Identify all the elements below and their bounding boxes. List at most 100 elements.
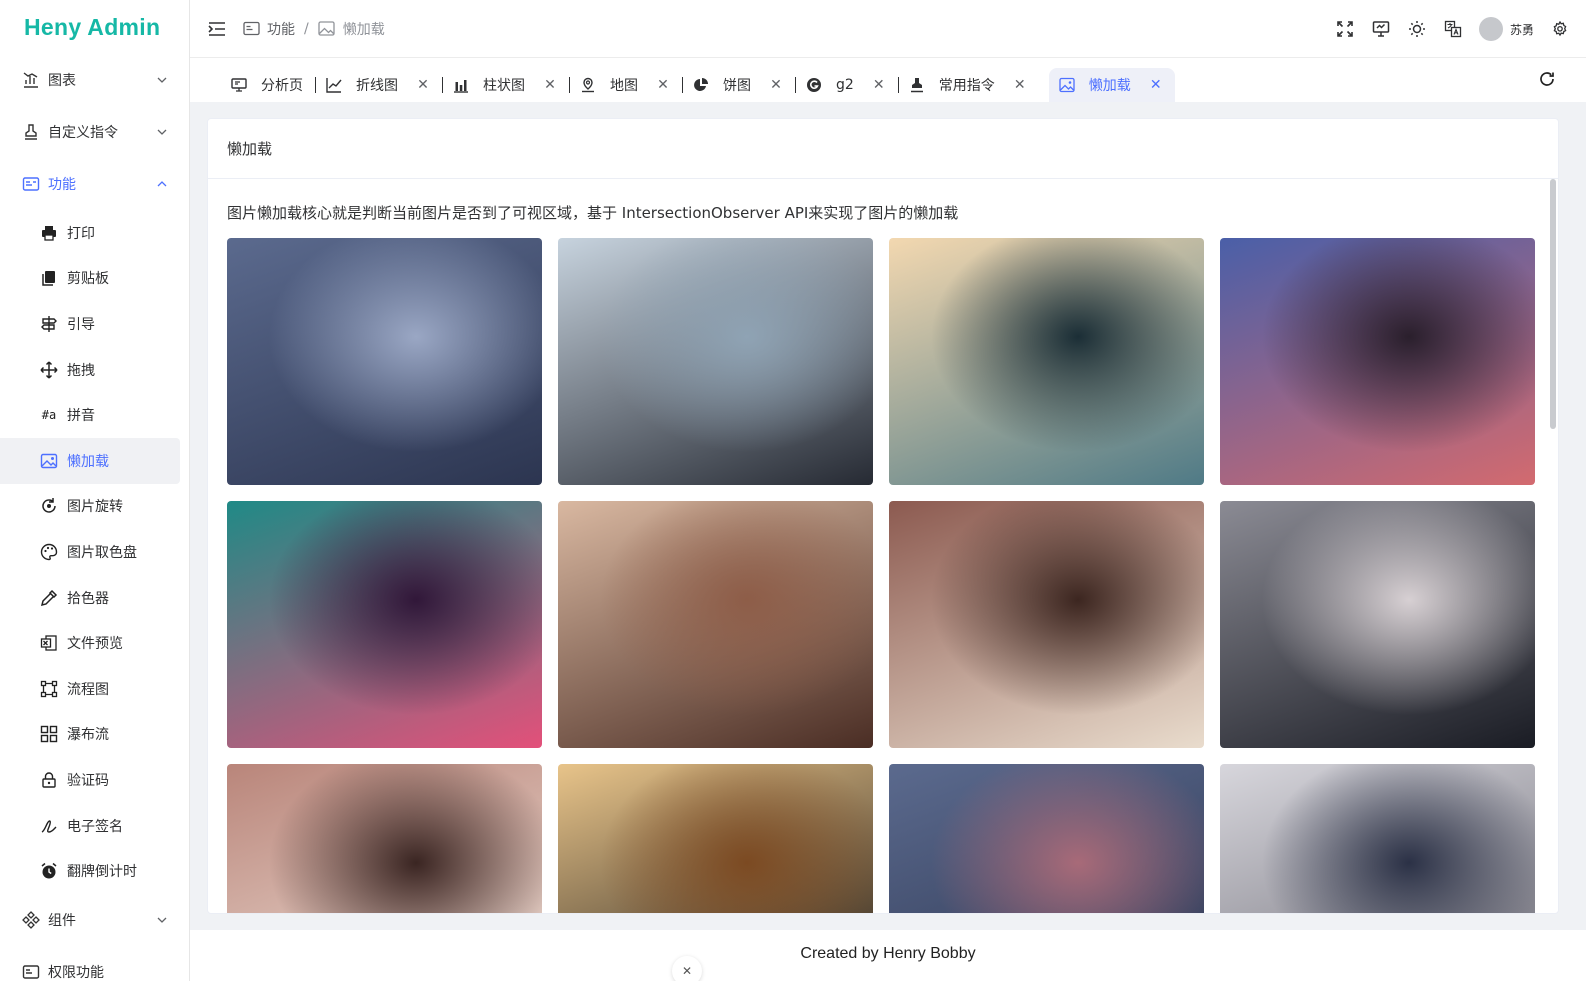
id-card-icon bbox=[242, 20, 260, 38]
flowchart-icon bbox=[40, 680, 58, 698]
sidebar-item-lazyload[interactable]: 懒加载 bbox=[0, 437, 180, 484]
image-anime-girl-portrait-front[interactable] bbox=[558, 238, 873, 485]
sidebar-group-label: 自定义指令 bbox=[48, 125, 118, 141]
sidebar-item-label: 懒加载 bbox=[67, 453, 109, 470]
chart-icon bbox=[21, 70, 41, 90]
image-woman-white-robe[interactable] bbox=[889, 501, 1204, 748]
pie-chart-icon bbox=[693, 77, 709, 93]
tab-label: 分析页 bbox=[261, 78, 303, 94]
alarm-icon bbox=[40, 862, 58, 880]
sidebar-item-flowchart[interactable]: 流程图 bbox=[0, 666, 180, 712]
close-icon[interactable]: ✕ bbox=[656, 77, 670, 93]
sidebar-item-waterfall[interactable]: 瀑布流 bbox=[0, 712, 180, 758]
image-woman-portrait-warm[interactable] bbox=[558, 501, 873, 748]
sidebar-item-label: 打印 bbox=[67, 225, 95, 242]
avatar[interactable] bbox=[1478, 17, 1503, 41]
sidebar-item-label: 瀑布流 bbox=[67, 727, 109, 744]
close-icon[interactable]: ✕ bbox=[872, 77, 886, 93]
menu-collapse-icon[interactable] bbox=[207, 19, 227, 39]
translate-icon[interactable] bbox=[1443, 19, 1463, 39]
sidebar-item-label: 文件预览 bbox=[67, 636, 123, 653]
breadcrumb-item: 懒加载 bbox=[342, 21, 385, 38]
sidebar-group-features[interactable]: 功能 bbox=[0, 158, 189, 210]
image-castle-at-sunset-landscape[interactable] bbox=[1220, 238, 1535, 485]
sidebar-item-label: 图片旋转 bbox=[67, 499, 123, 516]
sidebar-item-captcha[interactable]: 验证码 bbox=[0, 757, 180, 803]
stamp-icon bbox=[21, 122, 41, 142]
signpost-icon bbox=[40, 315, 58, 333]
monitor-icon bbox=[231, 77, 247, 93]
sidebar-item-signature[interactable]: 电子签名 bbox=[0, 803, 180, 849]
image-neon-futuristic-city[interactable] bbox=[227, 501, 542, 748]
sidebar-group-label: 组件 bbox=[48, 912, 76, 929]
rotate-icon bbox=[40, 497, 58, 515]
sidebar-item-countdown[interactable]: 翻牌倒计时 bbox=[0, 848, 180, 894]
image-icon bbox=[1059, 77, 1075, 93]
tab-lazyload[interactable]: 懒加载 ✕ bbox=[1048, 68, 1175, 102]
sidebar-item-print[interactable]: 打印 bbox=[0, 210, 180, 256]
image-anime-girl-blue-hair-profile-2[interactable] bbox=[889, 764, 1204, 913]
image-anime-girl-white-hair[interactable] bbox=[1220, 764, 1535, 913]
sidebar-item-drag[interactable]: 拖拽 bbox=[0, 347, 180, 393]
sidebar-item-label: 拾色器 bbox=[67, 590, 109, 607]
close-icon[interactable]: ✕ bbox=[543, 77, 557, 93]
sidebar-group-permissions[interactable]: 权限功能 bbox=[0, 946, 189, 981]
tab-common-directives[interactable]: 常用指令 ✕ bbox=[899, 68, 1039, 102]
tab-map[interactable]: 地图 ✕ bbox=[570, 68, 682, 102]
refresh-icon[interactable] bbox=[1538, 70, 1556, 88]
tab-g2[interactable]: g2 ✕ bbox=[796, 68, 898, 102]
chevron-down-icon bbox=[156, 126, 168, 138]
lock-icon bbox=[40, 771, 58, 789]
sidebar-item-label: 流程图 bbox=[67, 681, 109, 698]
sidebar-item-label: 引导 bbox=[67, 316, 95, 333]
close-icon[interactable]: ✕ bbox=[416, 77, 430, 93]
line-chart-icon bbox=[326, 77, 342, 93]
x-icon[interactable]: ✕ bbox=[672, 956, 702, 981]
sidebar-item-clipboard[interactable]: 剪贴板 bbox=[0, 256, 180, 302]
gear-icon[interactable] bbox=[1550, 19, 1570, 39]
sidebar-item-image-palette[interactable]: 图片取色盘 bbox=[0, 529, 180, 575]
sidebar-item-guide[interactable]: 引导 bbox=[0, 301, 180, 347]
card-description: 图片懒加载核心就是判断当前图片是否到了可视区域，基于 IntersectionO… bbox=[227, 204, 959, 222]
signature-icon bbox=[40, 817, 58, 835]
drag-icon bbox=[40, 361, 58, 379]
image-golden-temple-fantasy[interactable] bbox=[558, 764, 873, 913]
tab-label: 柱状图 bbox=[483, 78, 525, 94]
app-logo[interactable]: Heny Admin bbox=[0, 0, 189, 54]
footer-text: Created by Henry Bobby bbox=[800, 945, 976, 962]
image-anime-girl-blue-hair-profile[interactable] bbox=[227, 238, 542, 485]
image-icon bbox=[40, 452, 58, 470]
sidebar-item-pinyin[interactable]: #a 拼音 bbox=[0, 392, 180, 438]
close-icon[interactable]: ✕ bbox=[769, 77, 783, 93]
sidebar-group-components[interactable]: 组件 bbox=[0, 894, 189, 946]
tab-analysis[interactable]: 分析页 bbox=[221, 68, 315, 102]
sidebar-group-label: 权限功能 bbox=[48, 964, 104, 981]
sidebar-item-label: 图片取色盘 bbox=[67, 544, 137, 561]
breadcrumb-item[interactable]: 功能 bbox=[267, 19, 295, 39]
sidebar-item-color-picker[interactable]: 拾色器 bbox=[0, 575, 180, 621]
sidebar-item-file-preview[interactable]: 文件预览 bbox=[0, 620, 180, 666]
theme-sun-icon[interactable] bbox=[1407, 19, 1427, 39]
screen-icon[interactable] bbox=[1371, 19, 1391, 39]
sidebar-group-charts[interactable]: 图表 bbox=[0, 54, 189, 106]
image-warriors-on-misty-mountains[interactable] bbox=[889, 238, 1204, 485]
lazyload-card: 懒加载 图片懒加载核心就是判断当前图片是否到了可视区域，基于 Intersect… bbox=[207, 118, 1559, 914]
sidebar-group-directives[interactable]: 自定义指令 bbox=[0, 106, 189, 158]
close-icon[interactable]: ✕ bbox=[1013, 77, 1027, 93]
sidebar-item-image-rotate[interactable]: 图片旋转 bbox=[0, 484, 180, 530]
id-card-icon bbox=[21, 174, 41, 194]
tab-line-chart[interactable]: 折线图 ✕ bbox=[316, 68, 442, 102]
tab-bar-chart[interactable]: 柱状图 ✕ bbox=[443, 68, 569, 102]
image-anime-girl-hair-ornament[interactable] bbox=[1220, 501, 1535, 748]
chevron-down-icon bbox=[156, 914, 168, 926]
scrollbar[interactable] bbox=[1550, 179, 1556, 429]
image-woman-eyes-closed[interactable] bbox=[227, 764, 542, 913]
close-icon[interactable]: ✕ bbox=[1149, 77, 1163, 93]
permission-icon bbox=[21, 962, 41, 981]
tab-pie-chart[interactable]: 饼图 ✕ bbox=[683, 68, 795, 102]
grid-icon bbox=[40, 725, 58, 743]
fullscreen-icon[interactable] bbox=[1335, 19, 1355, 39]
tab-label: 懒加载 bbox=[1088, 78, 1131, 94]
tabs-bar: 分析页 折线图 ✕ 柱状图 ✕ 地图 ✕ 饼图 ✕ g2 ✕ 常用指令 ✕ 懒加… bbox=[190, 58, 1586, 102]
username[interactable]: 苏勇 bbox=[1510, 21, 1534, 38]
